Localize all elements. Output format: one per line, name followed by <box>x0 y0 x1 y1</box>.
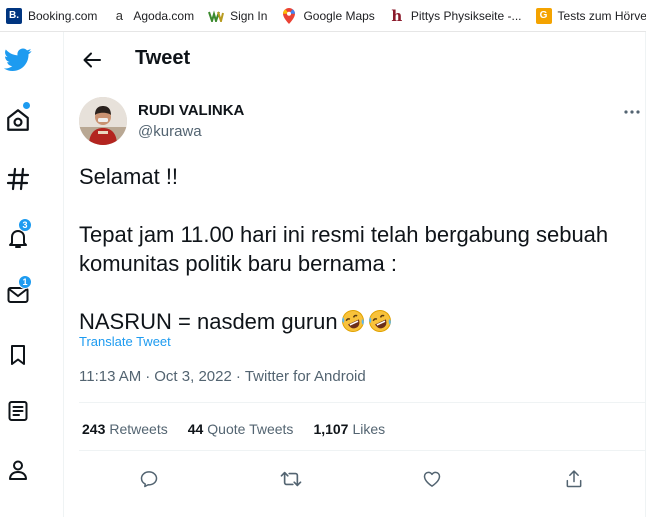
reply-button[interactable] <box>132 462 166 496</box>
engagement-stats: 243 Retweets 44 Quote Tweets 1,107 Likes <box>82 421 405 437</box>
bookmark-label: Agoda.com <box>133 8 195 23</box>
bookmark-agoda[interactable]: a Agoda.com <box>111 8 194 24</box>
quote-tweets-label: Quote Tweets <box>207 421 294 437</box>
bookmark-sign-in[interactable]: Sign In <box>208 8 267 24</box>
twitter-logo-icon[interactable] <box>0 42 36 78</box>
meta-separator: · <box>235 368 241 385</box>
bookmarks-bar: B. Booking.com a Agoda.com Sign In Googl… <box>0 0 646 32</box>
retweets-count: 243 <box>82 421 106 437</box>
tweet-metadata: 11:13 AM · Oct 3, 2022 · Twitter for Android <box>79 368 366 385</box>
tweet-line-with-emoji: NASRUN = nasdem gurun <box>79 307 639 336</box>
more-dots-icon <box>624 110 640 114</box>
quote-tweets-stat[interactable]: 44 Quote Tweets <box>188 421 294 437</box>
back-button[interactable] <box>76 44 108 76</box>
messages-badge: 1 <box>18 275 32 289</box>
explore-hashtag-icon[interactable] <box>0 161 36 197</box>
share-upload-icon <box>564 469 584 489</box>
likes-stat[interactable]: 1,107 Likes <box>313 421 385 437</box>
retweets-stat[interactable]: 243 Retweets <box>82 421 168 437</box>
retweets-label: Retweets <box>109 421 168 437</box>
bookmark-google-maps[interactable]: Google Maps <box>281 7 375 24</box>
rolling-on-floor-laughing-emoji-icon <box>341 309 365 333</box>
bookmark-tests[interactable]: G Tests zum Hörvers <box>535 7 646 24</box>
quote-tweets-count: 44 <box>187 421 204 437</box>
display-name[interactable]: RUDI VALINKA <box>138 102 244 119</box>
home-unread-dot <box>23 102 30 109</box>
bookmark-label: Tests zum Hörvers <box>557 8 646 23</box>
tweet-line: Tepat jam 11.00 hari ini resmi telah ber… <box>79 222 609 247</box>
reply-bubble-icon <box>139 469 159 489</box>
bookmark-pittys[interactable]: h Pittys Physikseite -... <box>389 6 522 25</box>
likes-count: 1,107 <box>313 421 349 437</box>
pittys-icon: h <box>391 6 403 25</box>
booking-icon: B. <box>6 7 22 24</box>
bookmark-label: Pittys Physikseite -... <box>410 8 522 23</box>
like-button[interactable] <box>415 462 449 496</box>
meta-separator: · <box>145 368 151 385</box>
tweet-line: Selamat !! <box>79 164 179 189</box>
divider <box>79 450 646 451</box>
bookmark-booking[interactable]: B. Booking.com <box>6 7 98 24</box>
likes-label: Likes <box>352 421 386 437</box>
retweet-arrows-icon <box>280 469 302 489</box>
home-icon[interactable] <box>0 102 36 138</box>
bookmark-label: Google Maps <box>303 8 375 23</box>
sidebar-nav: 3 1 <box>0 32 64 517</box>
user-handle[interactable]: @kurawa <box>138 123 202 140</box>
tweet-actions-bar <box>64 462 646 496</box>
tweet-text: Selamat !! Tepat jam 11.00 hari ini resm… <box>79 162 639 336</box>
tweet-date[interactable]: Oct 3, 2022 <box>154 368 232 385</box>
profile-icon[interactable] <box>0 452 36 488</box>
messages-envelope-icon[interactable]: 1 <box>0 275 36 313</box>
heart-icon <box>422 469 442 489</box>
divider <box>79 402 646 403</box>
lists-icon[interactable] <box>0 393 36 429</box>
tweet-source[interactable]: Twitter for Android <box>245 368 366 385</box>
page-title: Tweet <box>135 47 191 69</box>
share-button[interactable] <box>557 462 591 496</box>
arrow-left-icon <box>83 52 101 68</box>
translate-tweet-link[interactable]: Translate Tweet <box>79 334 171 349</box>
notifications-badge: 3 <box>18 218 32 232</box>
notifications-bell-icon[interactable]: 3 <box>0 218 36 256</box>
rolling-on-floor-laughing-emoji-icon <box>368 309 392 333</box>
google-maps-icon <box>281 7 297 24</box>
more-options-button[interactable] <box>622 102 642 122</box>
page-header: Tweet <box>64 32 646 88</box>
bookmarks-icon[interactable] <box>0 337 36 373</box>
tests-icon: G <box>535 7 552 24</box>
avatar[interactable] <box>79 97 127 145</box>
tweet-line: komunitas politik baru bernama : <box>79 251 397 276</box>
bookmark-label: Sign In <box>230 8 268 23</box>
tweet-line: NASRUN = nasdem gurun <box>79 309 338 334</box>
agoda-icon: a <box>115 8 123 23</box>
retweet-button[interactable] <box>274 462 308 496</box>
bookmark-label: Booking.com <box>28 8 98 23</box>
tweet-detail-column: Tweet RUDI VALINKA @kurawa Selamat !! Te… <box>64 32 646 517</box>
tweet-time[interactable]: 11:13 AM <box>79 368 141 385</box>
sign-in-icon <box>208 8 225 24</box>
